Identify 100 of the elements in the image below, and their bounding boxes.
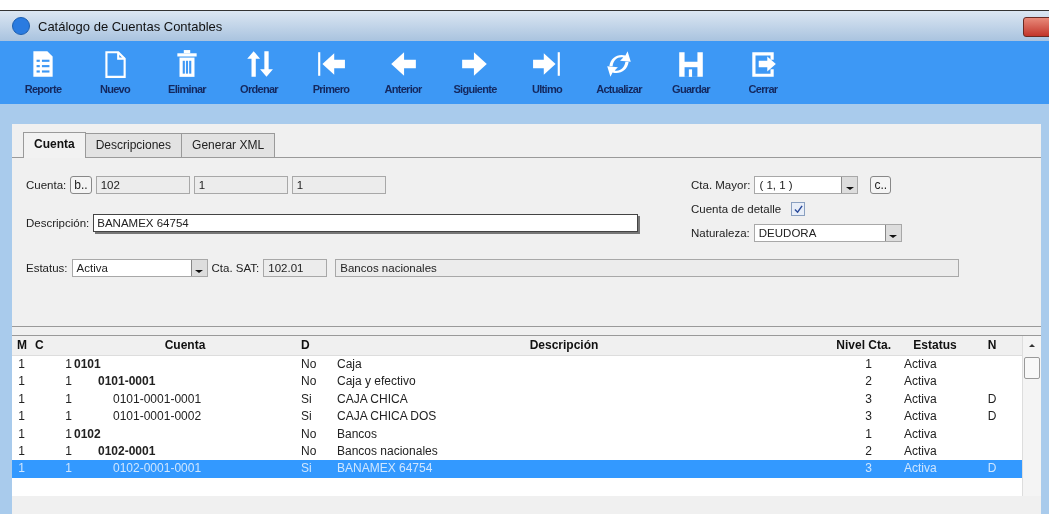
field-label: Cuenta: xyxy=(26,179,67,191)
table-cell-text: No xyxy=(300,442,318,460)
table-cell-text: Activa xyxy=(903,425,938,443)
table-cell-text: No xyxy=(300,425,318,443)
table-cell-text: No xyxy=(300,356,318,373)
table-cell-text: CAJA CHICA DOS xyxy=(336,408,438,426)
table-cell-text: Activa xyxy=(903,442,938,460)
table-cell-text: 1 xyxy=(17,442,26,460)
tab[interactable]: Descripciones xyxy=(84,133,183,157)
table-cell-text: 1 xyxy=(864,356,873,373)
account-segment-field[interactable]: 1 xyxy=(291,176,386,194)
status-dropdown[interactable]: Activa xyxy=(71,259,208,277)
nature-dropdown[interactable]: DEUDORA xyxy=(753,224,902,242)
column-header[interactable]: C xyxy=(32,336,72,355)
table-cell-text: 1 xyxy=(64,356,72,373)
account-segment-field[interactable]: 1 xyxy=(193,176,288,194)
field-label: Estatus: xyxy=(26,262,68,274)
table-cell-text: Activa xyxy=(903,460,938,478)
sat-code-field: 102.01 xyxy=(263,259,328,277)
sat-name-field: Bancos nacionales xyxy=(335,259,960,277)
table-cell-text: 1 xyxy=(17,408,26,426)
table-cell-text: D xyxy=(986,460,998,478)
tab[interactable]: Generar XML xyxy=(181,133,276,157)
toolbar-button[interactable]: Reporte xyxy=(7,49,79,95)
table-cell-text: 1 xyxy=(17,356,26,373)
table-cell-text: 1 xyxy=(64,373,72,391)
table-cell-text: 0101-0001-0002 xyxy=(112,408,203,426)
table-cell-text: 1 xyxy=(64,442,72,460)
table-cell-text: Si xyxy=(300,408,313,426)
column-header[interactable]: N xyxy=(976,336,1008,355)
account-segment-field[interactable]: 102 xyxy=(95,176,190,194)
description-field[interactable]: BANAMEX 64754 xyxy=(93,214,639,232)
arrow-left-bar-icon xyxy=(316,49,346,79)
floppy-icon xyxy=(676,49,706,79)
table-cell-text: 0101-0001-0001 xyxy=(112,390,203,408)
toolbar-button[interactable]: Primero xyxy=(295,49,367,95)
table-cell-text: 1 xyxy=(64,408,72,426)
table-cell-text: 1 xyxy=(64,425,72,443)
column-header[interactable]: M xyxy=(12,336,32,355)
table-cell-text: 3 xyxy=(864,408,873,426)
toolbar-button[interactable]: Ultimo xyxy=(511,49,583,95)
lookup-button[interactable]: c.. xyxy=(870,176,892,194)
table-cell-text: 2 xyxy=(864,373,873,391)
app-logo-icon xyxy=(12,17,30,35)
arrow-right-bar-icon xyxy=(532,49,562,79)
table-cell-text: 2 xyxy=(864,442,873,460)
table-row[interactable]: 1 1 0102 No Bancos 1 Activa xyxy=(12,425,1022,443)
lookup-button[interactable]: b.. xyxy=(70,176,92,194)
table-cell-text: Bancos nacionales xyxy=(336,442,439,460)
toolbar-button[interactable]: Siguiente xyxy=(439,49,511,95)
window-title: Catálogo de Cuentas Contables xyxy=(38,18,223,34)
table-cell-text: 1 xyxy=(17,460,26,478)
field-label: Cuenta de detalle xyxy=(691,203,782,215)
table-cell-text: 1 xyxy=(64,460,72,478)
table-row[interactable]: 1 1 0101-0001 No Caja y efectivo 2 Activa xyxy=(12,373,1022,391)
column-header[interactable]: Cuenta xyxy=(72,336,298,355)
toolbar-button[interactable]: Eliminar xyxy=(151,49,223,95)
table-cell-text: 1 xyxy=(864,425,873,443)
table-cell-text: 3 xyxy=(864,460,873,478)
scrollbar[interactable] xyxy=(1022,336,1041,496)
column-header[interactable]: Nivel Cta. xyxy=(794,336,894,355)
table-cell-text: 3 xyxy=(864,390,873,408)
up-down-arrows-icon xyxy=(244,49,274,79)
parent-account-dropdown[interactable]: ( 1, 1 ) xyxy=(754,176,859,194)
table-row[interactable]: 1 1 0101-0001-0002 Si CAJA CHICA DOS 3 Activa D xyxy=(12,408,1022,426)
toolbar-button[interactable]: Nuevo xyxy=(79,49,151,95)
refresh-icon xyxy=(604,49,634,79)
table-cell-text: Si xyxy=(300,460,313,478)
table-cell-text: Activa xyxy=(903,390,938,408)
table-cell-text: Activa xyxy=(903,373,938,391)
toolbar-button[interactable]: Actualizar xyxy=(583,49,655,95)
column-header[interactable]: D xyxy=(298,336,334,355)
toolbar-button[interactable]: Cerrar xyxy=(727,49,799,95)
table-cell-text: Bancos xyxy=(336,425,379,443)
checkbox[interactable] xyxy=(791,202,806,216)
table-cell-text: D xyxy=(986,408,998,426)
table-cell-text: Caja xyxy=(336,356,363,373)
table-cell-text: 0102 xyxy=(73,425,102,443)
tab[interactable]: Cuenta xyxy=(23,132,86,158)
table-cell-text: Caja y efectivo xyxy=(336,373,417,391)
table-cell-text: Si xyxy=(300,390,313,408)
table-row[interactable]: 1 1 0101-0001-0001 Si CAJA CHICA 3 Activa D xyxy=(12,390,1022,409)
toolbar-button[interactable]: Anterior xyxy=(367,49,439,95)
table-cell-text: D xyxy=(986,390,998,408)
table-row[interactable]: 1 1 0102-0001 No Bancos nacionales 2 Activa xyxy=(12,442,1022,461)
table-cell-text: 0102-0001-0001 xyxy=(112,460,203,478)
table-row[interactable]: 1 1 0101 No Caja 1 Activa xyxy=(12,356,1022,374)
field-label: Naturaleza: xyxy=(691,227,750,239)
toolbar-button[interactable]: Ordenar xyxy=(223,49,295,95)
table-cell-text: 1 xyxy=(17,425,26,443)
table-cell-text: 1 xyxy=(17,373,26,391)
table-cell-text: CAJA CHICA xyxy=(336,390,409,408)
table-cell-text: Activa xyxy=(903,408,938,426)
table-cell-text: 0101-0001 xyxy=(97,373,157,391)
toolbar-button[interactable]: Guardar xyxy=(655,49,727,95)
column-header[interactable]: Estatus xyxy=(894,336,976,355)
table-cell-text: Activa xyxy=(903,356,938,373)
table-cell-text: 0101 xyxy=(73,356,102,373)
table-cell-text: 1 xyxy=(17,390,26,408)
column-header[interactable]: Descripción xyxy=(334,336,794,355)
